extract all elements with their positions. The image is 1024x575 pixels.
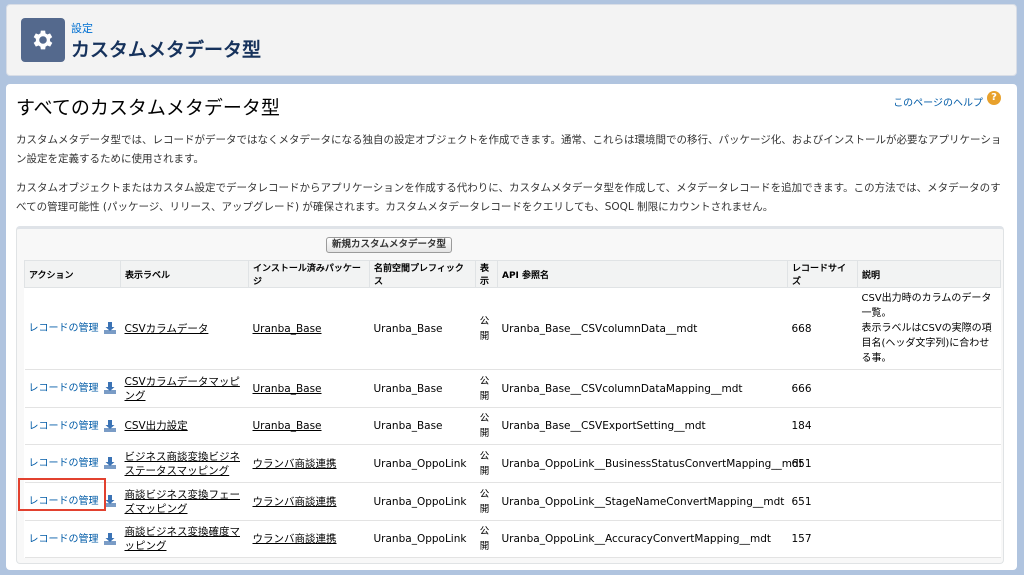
gear-icon xyxy=(21,18,65,62)
visibility-cell: 公開 xyxy=(479,488,490,515)
visibility-cell: 公開 xyxy=(479,315,490,342)
table-row: レコードの管理 商談ビジネス変換フェーズマッピング ウランバ商談連携 Uranba_O… xyxy=(24,482,1001,521)
record-size-cell: 666 xyxy=(787,369,858,408)
type-label-link[interactable]: ビジネス商談変換ビジネステータスマッピング xyxy=(125,451,241,477)
api-name-cell: Uranba_OppoLink__BusinessStatusConvertMa… xyxy=(497,444,803,483)
column-header: 表示ラベル xyxy=(120,260,249,288)
package-link[interactable]: Uranba_Base xyxy=(253,383,322,395)
visibility-cell: 公開 xyxy=(479,450,490,477)
highlight-box xyxy=(18,478,106,511)
column-header: 名前空間プレフィックス xyxy=(369,260,476,288)
namespace-cell: Uranba_Base xyxy=(369,369,476,408)
column-header: API 参照名 xyxy=(497,260,788,288)
description-cell xyxy=(857,482,1001,521)
column-header: レコードサイズ xyxy=(787,260,858,288)
namespace-cell: Uranba_OppoLink xyxy=(369,444,476,483)
column-header: アクション xyxy=(24,260,121,288)
table-row: レコードの管理 CSV出力設定 Uranba_Base Uranba_Base 公開 Ur… xyxy=(24,407,1001,445)
api-name-cell: Uranba_Base__CSVExportSetting__mdt xyxy=(497,407,788,445)
package-link[interactable]: Uranba_Base xyxy=(253,323,322,335)
download-icon[interactable] xyxy=(103,532,117,546)
page-title: すべてのカスタムメタデータ型 xyxy=(16,97,280,119)
type-label-link[interactable]: 商談ビジネス変換確度マッピング xyxy=(125,526,241,552)
column-header: 表示 xyxy=(475,260,498,288)
help-link[interactable]: このページのヘルプ xyxy=(893,94,983,109)
description-cell: CSV出力時のカラムのデータ一覧。 表示ラベルはCSVの実際の項目名(ヘッダ文字… xyxy=(857,287,1001,370)
record-size-cell: 157 xyxy=(787,520,858,558)
type-label-link[interactable]: CSVカラムデータマッピング xyxy=(125,376,240,402)
table-row: レコードの管理 CSVカラムデータ Uranba_Base Uranba_Base 公開… xyxy=(24,287,1001,370)
manage-records-link[interactable]: レコードの管理 xyxy=(29,458,99,469)
package-link[interactable]: ウランバ商談連携 xyxy=(253,496,337,508)
package-link[interactable]: ウランバ商談連携 xyxy=(253,458,337,470)
type-label-link[interactable]: CSV出力設定 xyxy=(125,420,188,432)
table-header-row: アクション 表示ラベル インストール済みパッケージ 名前空間プレフィックス 表示… xyxy=(24,260,1001,288)
download-icon[interactable] xyxy=(103,456,117,470)
api-name-cell: Uranba_Base__CSVcolumnData__mdt xyxy=(497,287,788,370)
table-row: レコードの管理 CSVカラムデータマッピング Uranba_Base Uranba_B… xyxy=(24,369,1001,408)
page-header: 設定 カスタムメタデータ型 xyxy=(6,4,1017,76)
help-icon[interactable]: ? xyxy=(987,91,1001,105)
package-link[interactable]: ウランバ商談連携 xyxy=(253,533,337,545)
manage-records-link[interactable]: レコードの管理 xyxy=(29,421,99,432)
manage-records-link[interactable]: レコードの管理 xyxy=(29,534,99,545)
main-content: すべてのカスタムメタデータ型 このページのヘルプ ? カスタムメタデータ型では、… xyxy=(6,84,1017,570)
breadcrumb[interactable]: 設定 xyxy=(71,20,93,36)
visibility-cell: 公開 xyxy=(479,413,490,439)
record-size-cell: 651 xyxy=(787,444,858,483)
record-size-cell: 184 xyxy=(787,407,858,445)
download-icon[interactable] xyxy=(103,321,117,335)
new-custom-metadata-type-button[interactable]: 新規カスタムメタデータ型 xyxy=(326,237,453,253)
column-header: インストール済みパッケージ xyxy=(248,260,370,288)
column-header: 説明 xyxy=(857,260,1001,288)
package-link[interactable]: Uranba_Base xyxy=(253,420,322,432)
description-cell xyxy=(857,369,1001,408)
table-row: レコードの管理 ビジネス商談変換ビジネステータスマッピング ウランバ商談連携 Uran… xyxy=(24,444,1001,483)
api-name-cell: Uranba_Base__CSVcolumnDataMapping__mdt xyxy=(497,369,788,408)
manage-records-link[interactable]: レコードの管理 xyxy=(29,383,99,394)
type-label-link[interactable]: 商談ビジネス変換フェーズマッピング xyxy=(125,489,241,515)
api-name-cell: Uranba_OppoLink__AccuracyConvertMapping_… xyxy=(497,520,788,558)
description-cell xyxy=(857,444,1001,483)
table-row: レコードの管理 商談ビジネス変換確度マッピング ウランバ商談連携 Uranba_Opp… xyxy=(24,520,1001,558)
record-size-cell: 651 xyxy=(787,482,858,521)
metadata-type-table: アクション 表示ラベル インストール済みパッケージ 名前空間プレフィックス 表示… xyxy=(24,260,1001,558)
type-label-link[interactable]: CSVカラムデータ xyxy=(125,323,209,335)
visibility-cell: 公開 xyxy=(479,375,490,402)
api-name-cell: Uranba_OppoLink__StageNameConvertMapping… xyxy=(497,482,788,521)
namespace-cell: Uranba_Base xyxy=(369,287,476,370)
download-icon[interactable] xyxy=(103,419,117,433)
manage-records-link[interactable]: レコードの管理 xyxy=(29,323,99,334)
metadata-type-list: 新規カスタムメタデータ型 アクション 表示ラベル インストール済みパッケージ 名… xyxy=(16,226,1004,564)
description-paragraph-2: カスタムオブジェクトまたはカスタム設定でデータレコードからアプリケーションを作成… xyxy=(16,182,1001,213)
description-cell xyxy=(857,407,1001,445)
download-icon[interactable] xyxy=(103,381,117,395)
header-title: カスタムメタデータ型 xyxy=(71,39,262,61)
description-cell xyxy=(857,520,1001,558)
namespace-cell: Uranba_Base xyxy=(369,407,476,445)
record-size-cell: 668 xyxy=(787,287,858,370)
namespace-cell: Uranba_OppoLink xyxy=(369,482,476,521)
visibility-cell: 公開 xyxy=(479,526,490,552)
description-paragraph-1: カスタムメタデータ型では、レコードがデータではなくメタデータになる独自の設定オブ… xyxy=(16,134,1002,165)
namespace-cell: Uranba_OppoLink xyxy=(369,520,476,558)
